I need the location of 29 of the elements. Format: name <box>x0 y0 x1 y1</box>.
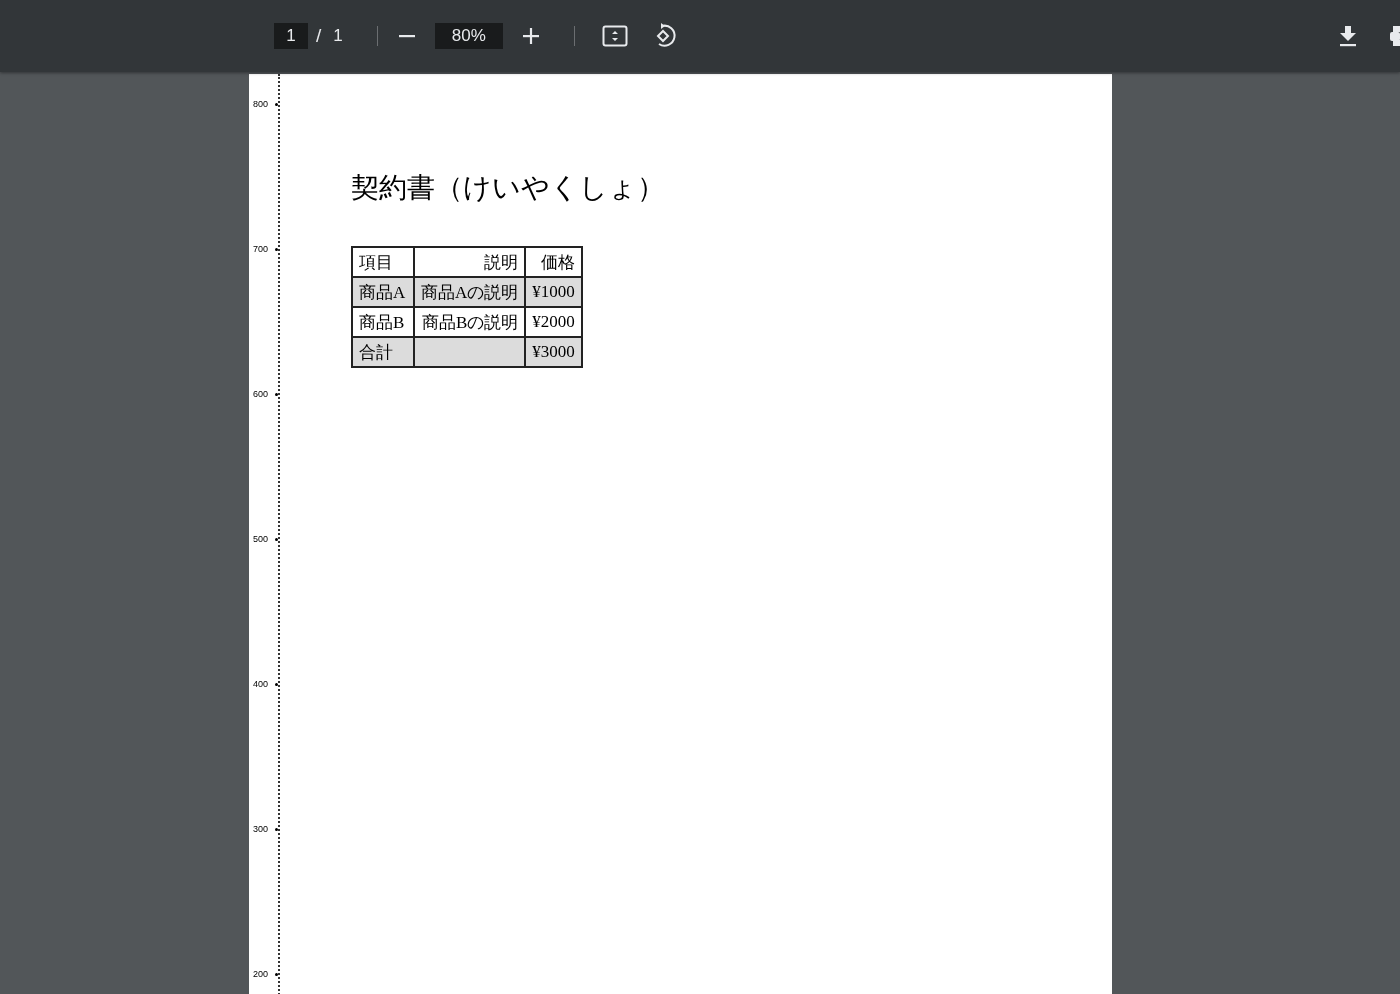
ruler-label: 600 <box>253 388 270 400</box>
ruler-tick-icon <box>275 103 278 106</box>
table-cell: 合計 <box>352 337 414 367</box>
table-cell: ¥1000 <box>525 277 582 307</box>
ruler-label: 800 <box>253 98 270 110</box>
zoom-field[interactable]: 80% <box>434 23 503 49</box>
download-icon[interactable] <box>1339 25 1357 47</box>
ruler-tick-icon <box>275 538 278 541</box>
ruler-tick-icon <box>275 393 278 396</box>
print-icon[interactable] <box>1390 25 1400 47</box>
document-title: 契約書（けいやくしょ） <box>351 170 665 206</box>
table-cell: 商品A <box>352 277 414 307</box>
ruler-label: 300 <box>253 823 270 835</box>
ruler-tick-icon <box>275 973 278 976</box>
table-cell: 商品Aの説明 <box>414 277 526 307</box>
ruler-label: 200 <box>253 968 270 980</box>
column-header: 項目 <box>352 247 414 277</box>
ruler-tick-icon <box>275 828 278 831</box>
table-cell: ¥3000 <box>525 337 582 367</box>
page-separator: / <box>316 25 322 47</box>
zoom-in-icon[interactable] <box>521 27 540 45</box>
ruler-label: 500 <box>253 533 270 545</box>
fit-page-icon[interactable] <box>601 25 628 47</box>
ruler-label: 700 <box>253 243 270 255</box>
page-count: 1 <box>333 26 343 46</box>
ruler-label: 400 <box>253 678 270 690</box>
page-number-field[interactable]: 1 <box>274 23 308 49</box>
ruler-tick-icon <box>275 248 278 251</box>
ruler-tick-icon <box>275 683 278 686</box>
